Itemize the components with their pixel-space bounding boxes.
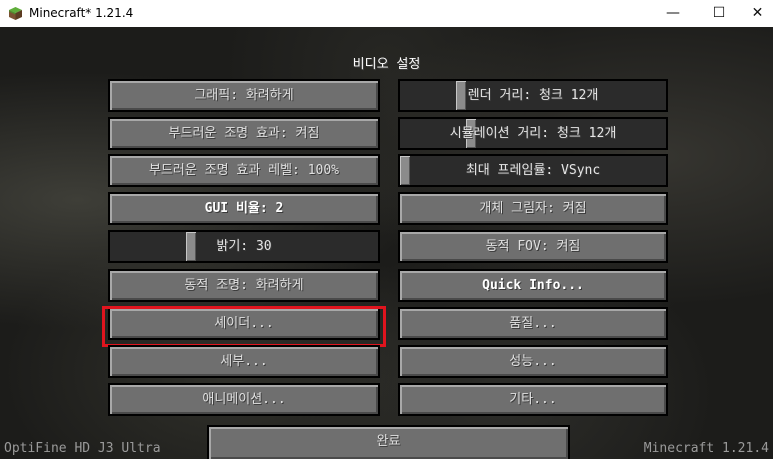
max-framerate-slider[interactable]: 최대 프레임률: VSync [398, 154, 668, 187]
grass-block-icon [9, 7, 22, 20]
maximize-button[interactable]: ☐ [696, 0, 742, 27]
optifine-version: OptiFine HD J3 Ultra [4, 441, 161, 456]
screen-title: 비디오 설정 [352, 57, 421, 72]
slider-label: 밝기: 30 [216, 239, 272, 254]
performance-button[interactable]: 성능... [398, 345, 668, 378]
smooth-lighting-level-slider[interactable]: 부드러운 조명 효과 레벨: 100% [108, 154, 380, 187]
simulation-distance-slider[interactable]: 시뮬레이션 거리: 청크 12개 [398, 117, 668, 150]
brightness-slider[interactable]: 밝기: 30 [108, 230, 380, 263]
other-button[interactable]: 기타... [398, 383, 668, 416]
slider-label: 최대 프레임률: VSync [465, 163, 601, 178]
title-bar: Minecraft* 1.21.4 — ☐ ✕ [0, 0, 773, 27]
slider-label: 부드러운 조명 효과 레벨: 100% [148, 163, 340, 178]
slider-knob[interactable] [400, 156, 410, 185]
slider-label: 렌더 거리: 청크 12개 [467, 88, 599, 103]
graphics-button[interactable]: 그래픽: 화려하게 [108, 79, 380, 112]
slider-knob[interactable] [186, 232, 196, 261]
details-button[interactable]: 세부... [108, 345, 380, 378]
slider-label: 시뮬레이션 거리: 청크 12개 [449, 126, 617, 141]
animations-button[interactable]: 애니메이션... [108, 383, 380, 416]
highlight-box [102, 306, 386, 347]
close-button[interactable]: ✕ [742, 0, 773, 27]
window-title: Minecraft* 1.21.4 [29, 6, 134, 20]
minimize-button[interactable]: — [650, 0, 696, 27]
gui-scale-button[interactable]: GUI 비율: 2 [108, 192, 380, 225]
render-distance-slider[interactable]: 렌더 거리: 청크 12개 [398, 79, 668, 112]
entity-shadows-button[interactable]: 개체 그림자: 켜짐 [398, 192, 668, 225]
done-button[interactable]: 완료 [207, 425, 570, 459]
quick-info-button[interactable]: Quick Info... [398, 269, 668, 302]
dynamic-lighting-button[interactable]: 동적 조명: 화려하게 [108, 269, 380, 302]
dynamic-fov-button[interactable]: 동적 FOV: 켜짐 [398, 230, 668, 263]
minecraft-version: Minecraft 1.21.4 [643, 441, 769, 456]
smooth-lighting-button[interactable]: 부드러운 조명 효과: 켜짐 [108, 117, 380, 150]
minecraft-window: Minecraft* 1.21.4 — ☐ ✕ 비디오 설정 그래픽: 화려하게… [0, 0, 773, 459]
slider-knob[interactable] [456, 81, 466, 110]
game-area: 비디오 설정 그래픽: 화려하게 부드러운 조명 효과: 켜짐 부드러운 조명 … [0, 27, 773, 459]
quality-button[interactable]: 품질... [398, 307, 668, 340]
